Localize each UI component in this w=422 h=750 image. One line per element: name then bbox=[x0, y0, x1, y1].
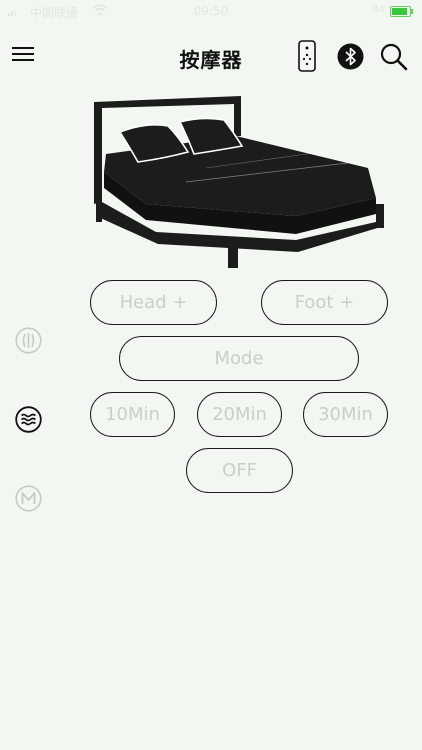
timer-10min-button[interactable]: 10Min bbox=[90, 392, 175, 437]
bluetooth-icon[interactable] bbox=[337, 43, 364, 70]
vibration-icon[interactable] bbox=[15, 327, 42, 354]
off-button[interactable]: OFF bbox=[186, 448, 293, 493]
memory-m-icon[interactable] bbox=[15, 485, 42, 512]
status-bar: 中国联通 09:50 84 bbox=[0, 0, 422, 24]
massage-screen: 中国联通 09:50 84 按摩器 Head + Foot + Mode 10M… bbox=[0, 0, 422, 750]
head-up-button[interactable]: Head + bbox=[90, 280, 217, 325]
bed-illustration bbox=[94, 96, 384, 268]
mode-button[interactable]: Mode bbox=[119, 336, 359, 381]
nav-bar: 按摩器 bbox=[0, 30, 422, 82]
remote-control-icon[interactable] bbox=[296, 40, 318, 72]
clock-time: 09:50 bbox=[193, 4, 229, 18]
battery-percent: 84 bbox=[372, 4, 385, 15]
foot-up-button[interactable]: Foot + bbox=[261, 280, 388, 325]
timer-20min-button[interactable]: 20Min bbox=[197, 392, 282, 437]
battery-icon bbox=[390, 6, 413, 17]
search-icon[interactable] bbox=[379, 42, 409, 72]
timer-30min-button[interactable]: 30Min bbox=[303, 392, 388, 437]
wave-massage-icon[interactable] bbox=[15, 406, 42, 433]
